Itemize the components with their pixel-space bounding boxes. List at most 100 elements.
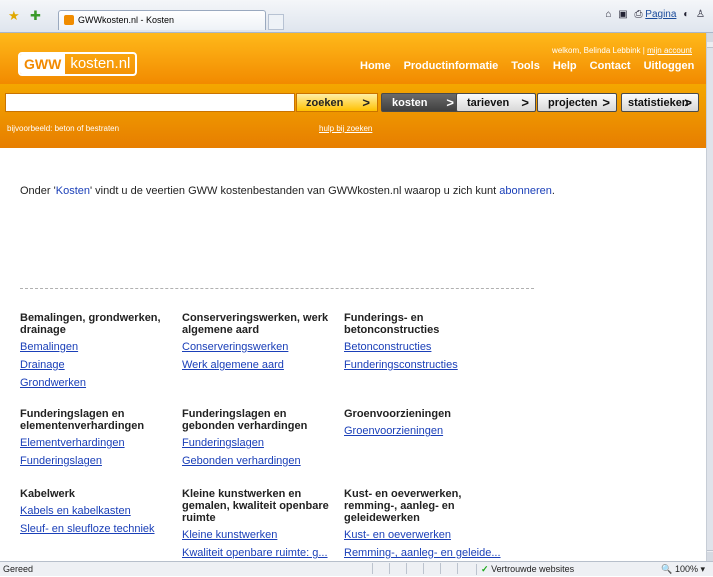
category-link[interactable]: Gebonden verhardingen bbox=[182, 455, 340, 467]
category-title: Funderingslagen en gebonden verhardingen bbox=[182, 408, 308, 432]
category-link[interactable]: Drainage bbox=[20, 359, 178, 371]
status-text: Gereed bbox=[3, 564, 34, 574]
logo-kosten: kosten.nl bbox=[70, 55, 131, 72]
intro-pre: Onder ' bbox=[20, 185, 56, 197]
arrow-right-icon: > bbox=[684, 95, 692, 110]
zoom-control[interactable]: 🔍 100% ▾ bbox=[661, 564, 705, 575]
category-link[interactable]: Funderingslagen bbox=[20, 455, 178, 467]
scroll-down-icon[interactable] bbox=[707, 552, 713, 561]
abonneren-link[interactable]: abonneren bbox=[499, 185, 552, 197]
site-favicon-icon bbox=[64, 15, 74, 25]
new-tab-button[interactable] bbox=[268, 14, 284, 30]
search-example: bijvoorbeeld: beton of bestraten bbox=[7, 124, 120, 133]
category-tarieven-button[interactable]: tarieven > bbox=[456, 93, 536, 112]
add-favorite-icon[interactable]: ✚ bbox=[30, 9, 41, 22]
category-title: Funderings- en betonconstructies bbox=[344, 312, 440, 336]
my-account-link[interactable]: mijn account bbox=[647, 46, 692, 55]
nav-productinformatie[interactable]: Productinformatie bbox=[404, 60, 499, 72]
category-link[interactable]: Kwaliteit openbare ruimte: g... bbox=[182, 547, 340, 559]
kosten-link[interactable]: Kosten bbox=[56, 185, 90, 197]
nav-tools[interactable]: Tools bbox=[511, 60, 540, 72]
tab-title: GWWkosten.nl - Kosten bbox=[78, 15, 175, 25]
category-block: Funderings- en betonconstructies Betonco… bbox=[344, 312, 464, 377]
zone-label: Vertrouwde websites bbox=[491, 564, 575, 574]
search-input[interactable] bbox=[5, 93, 295, 112]
main-nav: Home Productinformatie Tools Help Contac… bbox=[360, 60, 694, 72]
nav-uitloggen[interactable]: Uitloggen bbox=[644, 60, 695, 72]
category-title: Conserveringswerken, werk algemene aard bbox=[182, 312, 329, 336]
category-link[interactable]: Betonconstructies bbox=[344, 341, 464, 353]
category-title: Funderingslagen en elementenverhardingen bbox=[20, 408, 145, 432]
category-link[interactable]: Kust- en oeverwerken bbox=[344, 529, 484, 541]
search-button-label: zoeken bbox=[306, 97, 344, 109]
nav-home[interactable]: Home bbox=[360, 60, 391, 72]
category-block: Conserveringswerken, werk algemene aard … bbox=[182, 312, 340, 377]
intro-mid: ' vindt u de veertien GWW kostenbestande… bbox=[89, 185, 500, 197]
category-link[interactable]: Kleine kunstwerken bbox=[182, 529, 340, 541]
site-header: GWW kosten.nl welkom, Belinda Lebbink | … bbox=[0, 33, 706, 84]
category-link[interactable]: Remming-, aanleg- en geleide... bbox=[344, 547, 501, 559]
welcome-text: welkom, Belinda Lebbink | mijn account bbox=[552, 46, 692, 55]
projecten-label: projecten bbox=[548, 97, 598, 109]
category-block: Funderingslagen en elementenverhardingen… bbox=[20, 408, 178, 473]
zoom-level: 100% bbox=[674, 564, 698, 574]
category-link[interactable]: Grondwerken bbox=[20, 377, 178, 389]
search-button[interactable]: zoeken > bbox=[296, 93, 378, 112]
arrow-right-icon: > bbox=[521, 95, 529, 110]
category-block: Funderingslagen en gebonden verhardingen… bbox=[182, 408, 340, 473]
category-link[interactable]: Funderingslagen bbox=[182, 437, 340, 449]
category-block: Kust- en oeverwerken, remming-, aanleg- … bbox=[344, 488, 501, 565]
category-block: Kabelwerk Kabels en kabelkasten Sleuf- e… bbox=[20, 488, 178, 541]
category-link[interactable]: Kabels en kabelkasten bbox=[20, 505, 178, 517]
tools-icon[interactable]: ♙ bbox=[696, 9, 705, 20]
category-block: Groenvoorzieningen Groenvoorzieningen bbox=[344, 408, 502, 443]
search-help-link[interactable]: hulp bij zoeken bbox=[319, 124, 372, 133]
divider bbox=[20, 288, 534, 289]
status-bar: Gereed ✓ Vertrouwde websites 🔍 100% ▾ bbox=[0, 561, 713, 576]
security-zone[interactable]: ✓ Vertrouwde websites bbox=[476, 564, 574, 575]
category-kosten-button[interactable]: kosten > bbox=[381, 93, 461, 112]
kosten-label: kosten bbox=[392, 97, 428, 109]
category-title: Kabelwerk bbox=[20, 488, 76, 500]
favorites-star-icon[interactable]: ★ bbox=[8, 9, 20, 22]
category-link[interactable]: Groenvoorzieningen bbox=[344, 425, 502, 437]
category-block: Bemalingen, grondwerken, drainage Bemali… bbox=[20, 312, 178, 395]
nav-help[interactable]: Help bbox=[553, 60, 577, 72]
command-bar: ⌂ ▣ ⎙ Pagina ◐ ♙ bbox=[601, 9, 705, 20]
vertical-scrollbar[interactable] bbox=[706, 33, 713, 561]
category-link[interactable]: Sleuf- en sleufloze techniek bbox=[20, 523, 178, 535]
category-title: Kust- en oeverwerken, remming-, aanleg- … bbox=[344, 488, 462, 524]
page-menu[interactable]: Pagina bbox=[645, 9, 676, 20]
site-logo[interactable]: GWW kosten.nl bbox=[18, 52, 138, 76]
category-projecten-button[interactable]: projecten > bbox=[537, 93, 617, 112]
arrow-right-icon: > bbox=[602, 95, 610, 110]
intro-post: . bbox=[551, 185, 555, 197]
search-bar: zoeken > kosten > tarieven > projecten > sta… bbox=[0, 84, 706, 148]
arrow-right-icon: > bbox=[362, 95, 370, 110]
category-link[interactable]: Conserveringswerken bbox=[182, 341, 340, 353]
scroll-thumb[interactable] bbox=[707, 47, 713, 551]
tarieven-label: tarieven bbox=[467, 97, 510, 109]
browser-tab[interactable]: GWWkosten.nl - Kosten bbox=[58, 10, 266, 30]
browser-tab-bar: ★ ✚ GWWkosten.nl - Kosten ⌂ ▣ ⎙ Pagina ◐… bbox=[0, 0, 713, 33]
checkmark-icon: ✓ bbox=[481, 564, 489, 574]
feeds-icon[interactable]: ▣ bbox=[618, 9, 627, 20]
safety-icon[interactable]: ◐ bbox=[683, 9, 689, 20]
arrow-right-icon: > bbox=[446, 95, 454, 110]
category-statistieken-button[interactable]: statistieken > bbox=[621, 93, 699, 112]
home-icon[interactable]: ⌂ bbox=[605, 9, 611, 20]
category-link[interactable]: Elementverhardingen bbox=[20, 437, 178, 449]
scroll-up-icon[interactable] bbox=[707, 33, 713, 42]
print-icon[interactable]: ⎙ bbox=[635, 9, 643, 20]
category-block: Kleine kunstwerken en gemalen, kwaliteit… bbox=[182, 488, 340, 565]
category-title: Groenvoorzieningen bbox=[344, 408, 451, 420]
intro-text: Onder 'Kosten' vindt u de veertien GWW k… bbox=[20, 185, 555, 197]
category-link[interactable]: Bemalingen bbox=[20, 341, 178, 353]
logo-gww: GWW bbox=[20, 54, 66, 74]
welcome-label: welkom, Belinda Lebbink | bbox=[552, 46, 648, 55]
category-link[interactable]: Werk algemene aard bbox=[182, 359, 340, 371]
statistieken-label: statistieken bbox=[628, 97, 689, 109]
category-link[interactable]: Funderingsconstructies bbox=[344, 359, 464, 371]
category-title: Bemalingen, grondwerken, drainage bbox=[20, 312, 161, 336]
nav-contact[interactable]: Contact bbox=[590, 60, 631, 72]
